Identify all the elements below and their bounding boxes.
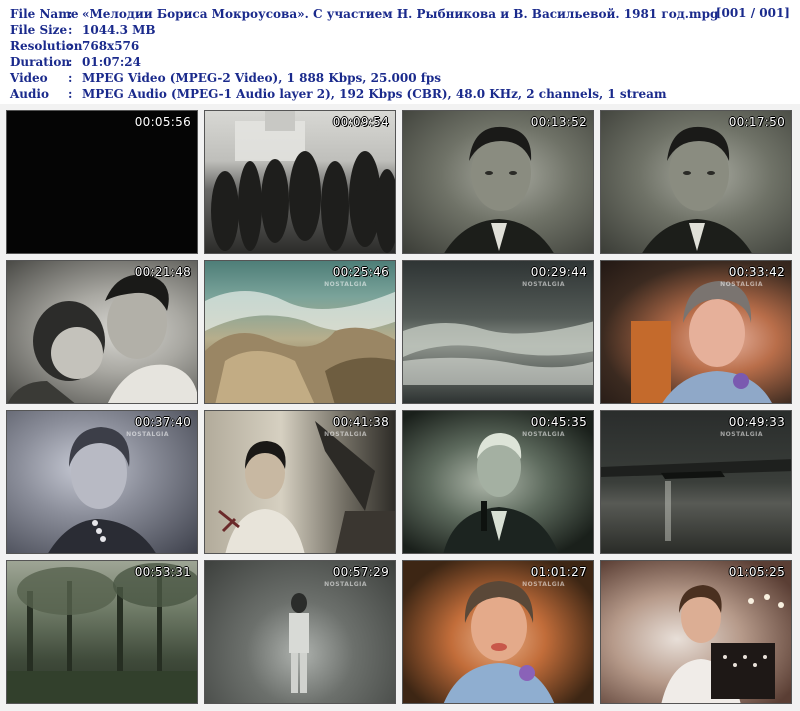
colon: : (68, 23, 73, 37)
singer-scene (443, 433, 559, 553)
timestamp: 00:17:50 (728, 115, 785, 129)
man-portrait (444, 126, 554, 253)
timestamp: 00:49:33 (728, 415, 785, 429)
accordion-player-scene (661, 585, 784, 703)
timestamp: 00:53:31 (134, 565, 191, 579)
video-frame (7, 261, 197, 403)
thumbnail[interactable]: NOSTALGIA 00:37:40 (6, 410, 198, 554)
thumbnail[interactable]: 00:53:31 (6, 560, 198, 704)
colon: : (68, 71, 73, 85)
stage-performer-scene (289, 593, 309, 693)
file-name-label: File Name (10, 7, 79, 21)
couple-scene (7, 274, 197, 403)
thumbnail-grid: 00:05:56 00:09:54 00:13:52 00:17:50 00:2… (0, 104, 800, 711)
thumbnail[interactable]: NOSTALGIA 00:57:29 (204, 560, 396, 704)
video-frame (7, 561, 197, 703)
duration-label: Duration (10, 55, 71, 69)
man-portrait (642, 126, 752, 253)
thumbnail[interactable]: NOSTALGIA 00:45:35 (402, 410, 594, 554)
resolution-label: Resolution (10, 39, 83, 53)
channel-watermark: NOSTALGIA (522, 281, 565, 288)
channel-watermark: NOSTALGIA (522, 431, 565, 438)
video-frame (601, 111, 791, 253)
channel-watermark: NOSTALGIA (324, 431, 367, 438)
timestamp: 00:05:56 (134, 115, 191, 129)
thumbnail[interactable]: 00:05:56 (6, 110, 198, 254)
channel-watermark: NOSTALGIA (522, 581, 565, 588)
crowd-scene (211, 111, 395, 253)
timestamp: 00:45:35 (530, 415, 587, 429)
thumbnail[interactable]: NOSTALGIA 00:29:44 (402, 260, 594, 404)
thumbnail[interactable]: 00:09:54 (204, 110, 396, 254)
timestamp: 00:29:44 (530, 265, 587, 279)
video-value: MPEG Video (MPEG-2 Video), 1 888 Kbps, 2… (82, 71, 442, 85)
timestamp: 00:33:42 (728, 265, 785, 279)
page-counter: [001 / 001] (715, 6, 790, 20)
audio-row: Audio: MPEG Audio (MPEG-1 Audio layer 2),… (10, 86, 667, 102)
colon: : (68, 87, 73, 101)
channel-watermark: NOSTALGIA (324, 281, 367, 288)
timestamp: 01:05:25 (728, 565, 785, 579)
thumbnail[interactable]: NOSTALGIA 00:41:38 (204, 410, 396, 554)
woman-portrait (443, 581, 555, 703)
thumbnail[interactable]: 00:21:48 (6, 260, 198, 404)
resolution-row: Resolution: 768x576 (10, 38, 139, 54)
timestamp: 00:13:52 (530, 115, 587, 129)
channel-watermark: NOSTALGIA (720, 281, 763, 288)
audio-label: Audio (10, 87, 49, 101)
timestamp: 00:09:54 (332, 115, 389, 129)
colon: : (68, 55, 73, 69)
resolution-value: 768x576 (82, 39, 140, 53)
waves-rocks-scene (205, 291, 395, 403)
thumbnail[interactable]: NOSTALGIA 00:33:42 (600, 260, 792, 404)
channel-watermark: NOSTALGIA (324, 581, 367, 588)
channel-watermark: NOSTALGIA (126, 431, 169, 438)
timestamp: 00:57:29 (332, 565, 389, 579)
timestamp: 00:37:40 (134, 415, 191, 429)
thumbnail[interactable]: NOSTALGIA 00:49:33 (600, 410, 792, 554)
forest-scene (7, 563, 197, 703)
video-row: Video: MPEG Video (MPEG-2 Video), 1 888 K… (10, 70, 441, 86)
audio-value: MPEG Audio (MPEG-1 Audio layer 2), 192 K… (82, 87, 667, 101)
woman-portrait (48, 427, 156, 553)
timestamp: 00:21:48 (134, 265, 191, 279)
sea-scene (403, 321, 593, 385)
file-name-value: «Мелодии Бориса Мокроусова». С участием … (82, 7, 719, 21)
file-size-row: File Size: 1044.3 MB (10, 22, 156, 38)
file-size-label: File Size (10, 23, 68, 37)
duration-value: 01:07:24 (82, 55, 141, 69)
video-label: Video (10, 71, 48, 85)
colon: : (68, 39, 73, 53)
video-frame (205, 111, 395, 253)
channel-watermark: NOSTALGIA (720, 431, 763, 438)
thumbnail[interactable]: 00:13:52 (402, 110, 594, 254)
timestamp: 01:01:27 (530, 565, 587, 579)
colon: : (68, 7, 73, 21)
timestamp: 00:41:38 (332, 415, 389, 429)
video-frame (601, 561, 791, 703)
duration-row: Duration: 01:07:24 (10, 54, 141, 70)
night-river-scene (601, 459, 791, 541)
thumbnail[interactable]: 01:05:25 (600, 560, 792, 704)
thumbnail[interactable]: NOSTALGIA 01:01:27 (402, 560, 594, 704)
timestamp: 00:25:46 (332, 265, 389, 279)
video-frame (403, 111, 593, 253)
thumbnail[interactable]: 00:17:50 (600, 110, 792, 254)
file-name-row: File Name: «Мелодии Бориса Мокроусова». С… (10, 6, 718, 22)
thumbnail[interactable]: NOSTALGIA 00:25:46 (204, 260, 396, 404)
poster-scene (218, 421, 395, 553)
video-frame (7, 111, 197, 253)
media-info-header: [001 / 001] File Name: «Мелодии Бориса Мо… (0, 0, 800, 104)
file-size-value: 1044.3 MB (82, 23, 156, 37)
woman-portrait (631, 281, 772, 403)
